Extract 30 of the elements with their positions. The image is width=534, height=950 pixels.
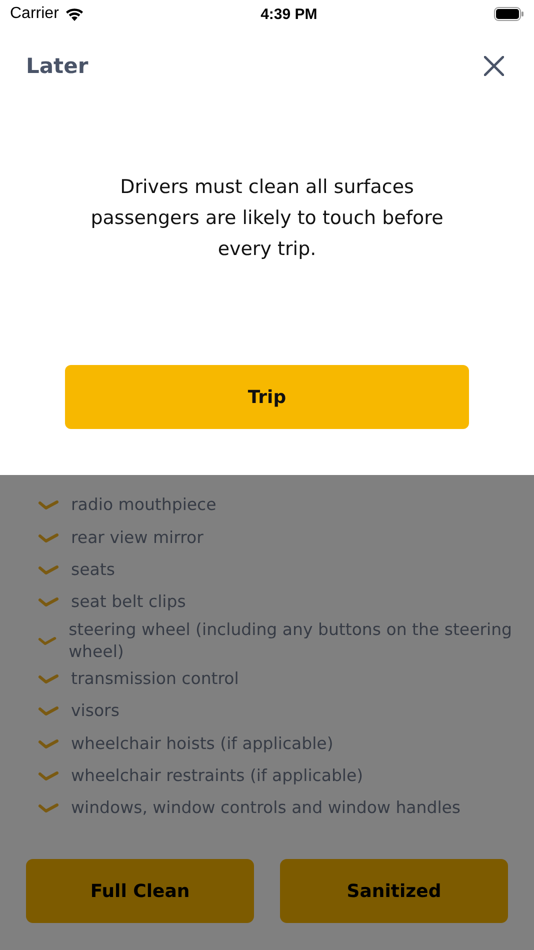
checklist-item: wheelchair restraints (if applicable) [71, 764, 364, 787]
check-icon [38, 674, 59, 684]
check-icon [38, 803, 59, 814]
check-icon [38, 500, 59, 510]
check-icon [38, 770, 59, 781]
checklist-item: wheelchair hoists (if applicable) [71, 732, 334, 755]
action-button[interactable]: Sanitized [280, 859, 508, 923]
checklist-item: rear view mirror [71, 526, 204, 549]
wifi-icon [64, 7, 84, 21]
check-icon [38, 564, 59, 575]
checklist-item: steering wheel (including any buttons on the steering wheel) [68, 618, 514, 663]
checklist-item: windows, window controls and window handles [71, 797, 461, 820]
trip-button[interactable]: Trip [65, 365, 469, 429]
checklist-item: seats [71, 558, 115, 581]
check-icon [38, 706, 59, 716]
check-icon [38, 738, 59, 749]
check-icon [38, 532, 59, 543]
checklist-item: radio mouthpiece [71, 494, 216, 516]
action-button[interactable]: Full Clean [26, 859, 254, 923]
battery-icon [494, 7, 524, 21]
checklist-item: transmission control [71, 668, 239, 690]
check-icon [38, 597, 59, 608]
carrier-label: Carrier [10, 5, 59, 23]
checklist-item: seat belt clips [71, 591, 186, 614]
checklist-item: visors [71, 700, 120, 722]
sheet-title: Later [26, 54, 88, 78]
close-icon[interactable] [484, 56, 504, 76]
cleaning-message: Drivers must clean all surfaces passengers are likely to touch before every trip. [90, 175, 444, 262]
status-time: 4:39 PM [260, 6, 318, 22]
check-icon [38, 636, 57, 646]
